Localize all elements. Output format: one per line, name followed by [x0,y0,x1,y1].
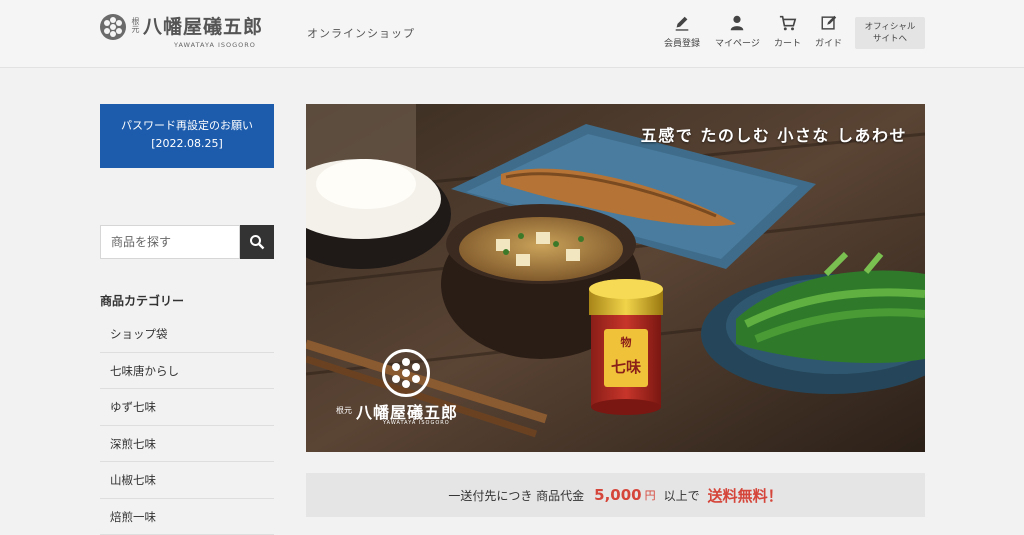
logo-crest-icon [100,14,126,40]
category-item[interactable]: ゆず七味 [100,389,274,426]
site-header: 根元 八幡屋礒五郎 YAWATAYA ISOGORO オンラインショップ 会員登… [0,0,1024,68]
official-line1: オフィシャル [855,21,925,33]
search-button[interactable] [240,225,274,259]
shipping-amount: 5,000 [594,486,641,504]
category-item[interactable]: ショップ袋 [100,316,274,353]
category-item[interactable]: 焙煎一味 [100,499,274,535]
can-label-top: 物 [621,335,632,349]
logo-english: YAWATAYA ISOGORO [174,41,274,49]
hero-banner[interactable]: 物 七味 五感で たのしむ 小さな しあわせ 根元 八幡屋礒五郎 YAWATAY… [306,104,925,452]
category-item[interactable]: 山椒七味 [100,462,274,499]
notice-date: [2022.08.25] [100,135,274,153]
nav-register-label: 会員登録 [664,36,700,49]
cart-icon [779,14,797,32]
hero-logo: 根元 八幡屋礒五郎 YAWATAYA ISOGORO [336,349,486,424]
logo-prefix: 根元 [130,17,141,33]
category-item[interactable]: 深煎七味 [100,426,274,463]
online-shop-label: オンラインショップ [307,25,415,41]
nav-cart[interactable]: カート [774,14,801,49]
pencil-icon [673,14,691,32]
user-icon [728,14,746,32]
edit-icon [820,14,838,32]
shipping-free: 送料無料！ [708,485,783,506]
shipping-yen: 円 [645,487,656,503]
hero-crest-icon [382,349,430,397]
nav-cart-label: カート [774,36,801,49]
nav-register[interactable]: 会員登録 [664,14,700,49]
official-line2: サイトへ [855,33,925,45]
notice-title: パスワード再設定のお願い [100,117,274,135]
nav-mypage-label: マイページ [715,36,760,49]
password-reset-notice[interactable]: パスワード再設定のお願い [2022.08.25] [100,104,274,168]
can-label-main: 七味 [611,358,641,376]
nav-guide[interactable]: ガイド [815,14,842,49]
logo-name: 八幡屋礒五郎 [143,12,263,39]
official-site-button[interactable]: オフィシャル サイトへ [855,17,925,49]
shipping-suffix: 以上で [664,487,700,504]
nav-mypage[interactable]: マイページ [715,14,760,49]
shipping-prefix: 一送付先につき 商品代金 [448,487,584,504]
hero-logo-prefix: 根元 [336,405,352,416]
nav-guide-label: ガイド [815,36,842,49]
search-input[interactable] [100,225,240,259]
search-icon [249,234,265,250]
free-shipping-banner: 一送付先につき 商品代金 5,000 円 以上で 送料無料！ [306,473,925,517]
site-logo[interactable]: 根元 八幡屋礒五郎 YAWATAYA ISOGORO [100,12,290,52]
hero-logo-english: YAWATAYA ISOGORO [383,420,450,426]
category-title: 商品カテゴリー [100,292,184,309]
hero-tagline: 五感で たのしむ 小さな しあわせ [641,122,907,146]
category-list: ショップ袋 七味唐からし ゆず七味 深煎七味 山椒七味 焙煎一味 [100,316,274,535]
product-search [100,225,274,259]
category-item[interactable]: 七味唐からし [100,353,274,390]
